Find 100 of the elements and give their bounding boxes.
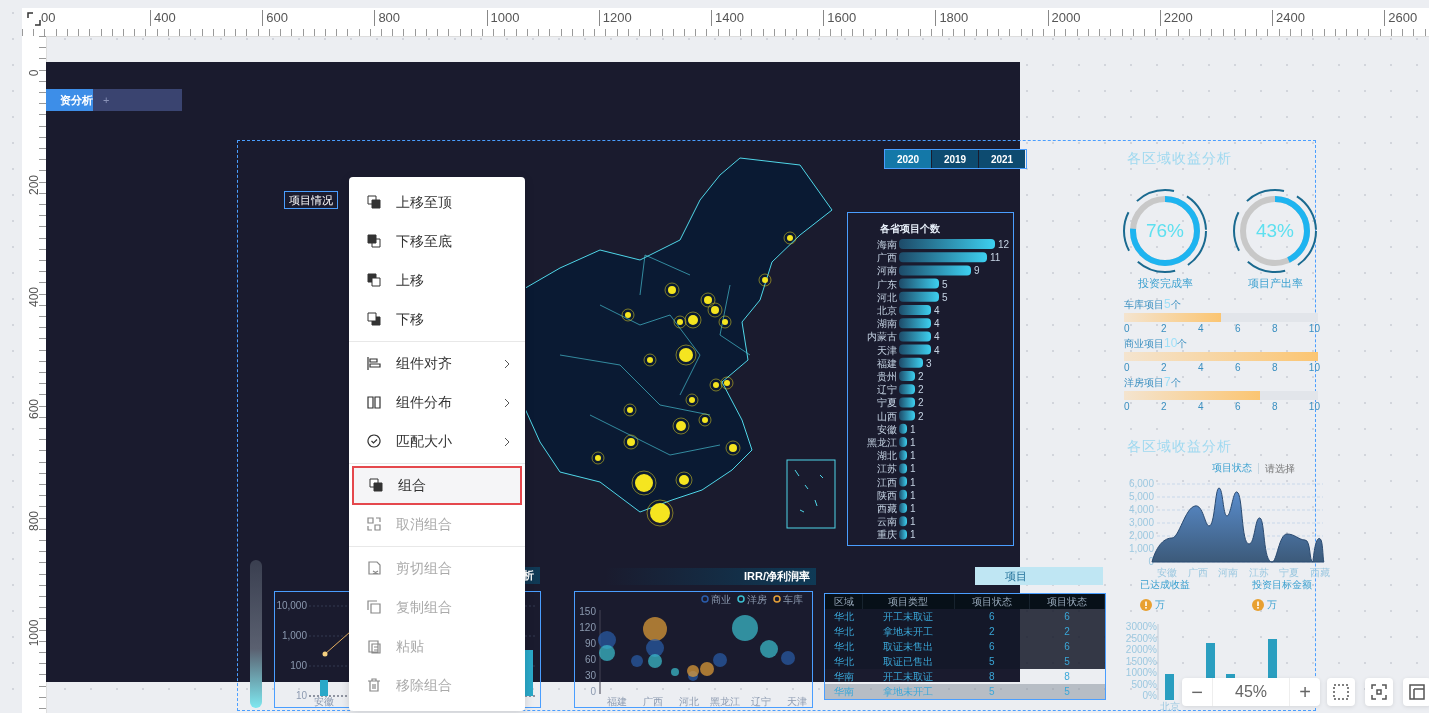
table-cell: 拿地未开工 <box>862 684 955 699</box>
table-cell: 6 <box>954 639 1030 654</box>
corner-icon <box>27 12 41 26</box>
data-label: 12 <box>998 239 1010 250</box>
menu-item[interactable]: 下移 <box>349 300 525 339</box>
year-tab[interactable]: 2021 <box>979 150 1025 168</box>
menu-item[interactable]: 组合 <box>352 466 522 505</box>
axis-label: 6 <box>1234 362 1241 373</box>
data-label: 2 <box>918 371 924 382</box>
section-title: 各区域收益分析 <box>1127 150 1232 168</box>
table-cell: 6 <box>954 609 1030 624</box>
layers-icon <box>367 273 382 288</box>
data-label: 1 <box>910 437 916 448</box>
axis-label: 湖南 <box>877 318 897 330</box>
axis-label: 天津 <box>787 696 807 707</box>
axis-label: 0 <box>1124 401 1130 412</box>
bar <box>899 463 907 474</box>
gauge-label: 投资完成率 <box>1137 276 1193 291</box>
data-label: 2 <box>918 410 924 422</box>
table-cell: 6 <box>1029 639 1105 654</box>
data-label: 4 <box>934 318 940 330</box>
axis-label: 江苏 <box>1248 567 1269 578</box>
year-tab[interactable]: 2019 <box>932 150 978 168</box>
axis-label: 10 <box>1308 323 1320 334</box>
progress-label: 车库项目 <box>1124 299 1164 310</box>
data-label: 9 <box>974 265 980 277</box>
table-cell: 5 <box>954 654 1030 669</box>
table-cell: 开工未取证 <box>862 669 955 684</box>
axis-label: 3000% <box>1125 622 1157 632</box>
axis-label: 3,000 <box>1128 517 1154 528</box>
bar <box>1165 674 1174 700</box>
axis-label: 0 <box>1124 362 1130 373</box>
axis-label: 北京 <box>1160 701 1180 712</box>
table-cell: 2 <box>1029 624 1105 639</box>
axis-label: 宁夏 <box>1279 567 1299 578</box>
table-cell: 8 <box>954 669 1030 684</box>
bar <box>899 437 907 447</box>
table-cell: 华北 <box>825 609 863 624</box>
section-title: 各区域收益分析 <box>1127 438 1232 456</box>
ungroup-icon <box>367 517 382 532</box>
fit-screen-icon[interactable] <box>1365 678 1393 706</box>
axis-label: 2 <box>1160 323 1167 334</box>
table-cell: 取证未售出 <box>862 639 955 654</box>
menu-item[interactable]: 下移至底 <box>349 222 525 261</box>
axis-label: 8 <box>1271 323 1278 334</box>
ruler-label: 600 <box>262 10 288 26</box>
unit-label: 万 <box>1267 598 1277 612</box>
axis-label: 北京 <box>877 305 897 316</box>
ruler-label: 2200 <box>1159 10 1193 26</box>
bar <box>899 291 939 302</box>
gauge-value: 76% <box>1145 220 1185 242</box>
axis-label: 云南 <box>877 516 897 528</box>
select-field[interactable]: 请选择 <box>1258 462 1331 474</box>
year-tab[interactable]: 2020 <box>885 150 931 168</box>
widget-title: 项目情况 <box>285 192 337 208</box>
layout-icon[interactable] <box>1403 678 1429 706</box>
axis-label: 河北 <box>679 696 699 707</box>
data-label: 5 <box>942 278 948 290</box>
menu-item[interactable]: 上移 <box>349 261 525 300</box>
axis-label: 0 <box>590 686 596 697</box>
axis-label: 贵州 <box>877 371 897 382</box>
axis-label: 广西 <box>877 252 897 264</box>
axis-label: 宁夏 <box>877 397 897 409</box>
layers-icon <box>367 195 382 210</box>
axis-label: 0% <box>1142 690 1157 701</box>
axis-label: 10 <box>295 690 307 701</box>
table-cell: 华北 <box>825 654 863 669</box>
unit-label: 个 <box>1170 377 1181 388</box>
zoom-out-button[interactable]: − <box>1182 678 1212 706</box>
menu-item[interactable]: 组件分布 <box>349 383 525 422</box>
axis-label: 0 <box>1124 323 1130 334</box>
zoom-level: 45% <box>1212 678 1290 706</box>
gauge-value: 43% <box>1255 220 1295 242</box>
zoom-in-button[interactable]: + <box>1290 678 1320 706</box>
data-label: 4 <box>934 305 940 316</box>
layers-icon <box>369 478 384 493</box>
bar <box>899 397 915 408</box>
filter-label: 项目状态 <box>1212 461 1252 475</box>
axis-label: 安徽 <box>877 423 897 435</box>
data-label: 1 <box>910 489 916 501</box>
menu-item[interactable]: 上移至顶 <box>349 183 525 222</box>
axis-label: 2 <box>1160 362 1167 373</box>
table-cell: 5 <box>1029 654 1105 669</box>
axis-label: 1,000 <box>1128 543 1154 554</box>
axis-label: 西藏 <box>877 503 897 514</box>
axis-label: 安徽 <box>314 696 334 707</box>
ruler-label: 400 <box>150 10 176 26</box>
select-area-icon[interactable] <box>1327 678 1355 706</box>
bar <box>899 503 907 513</box>
data-label: 5 <box>942 291 948 303</box>
data-label: 1 <box>910 423 916 435</box>
axis-label: 江苏 <box>877 463 897 475</box>
column-header: 项目类型 <box>862 594 955 609</box>
bar <box>899 529 907 540</box>
menu-item[interactable]: 匹配大小 <box>349 422 525 461</box>
line-series <box>322 631 351 657</box>
progress-count: 5 <box>1164 297 1171 311</box>
menu-item[interactable]: 组件对齐 <box>349 344 525 383</box>
axis-label: 辽宁 <box>751 696 771 707</box>
ruler-label: 00 <box>40 10 56 26</box>
